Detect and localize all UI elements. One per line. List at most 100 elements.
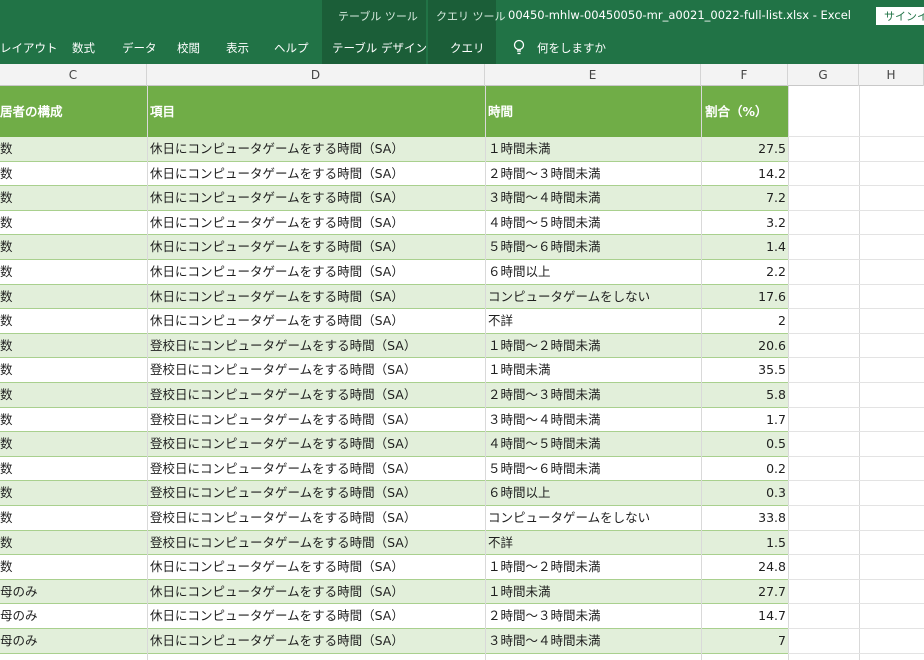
cell-percentage[interactable]: 7.2: [701, 186, 786, 210]
cell-time[interactable]: ６時間以上: [488, 260, 698, 284]
cell-item[interactable]: 休日にコンピュータゲームをする時間（SA）: [150, 211, 483, 235]
cell-composition[interactable]: 数: [0, 555, 145, 579]
cell-percentage[interactable]: 0.5: [701, 432, 786, 456]
cell-composition[interactable]: 数: [0, 358, 145, 382]
cell-item[interactable]: 登校日にコンピュータゲームをする時間（SA）: [150, 481, 483, 505]
cell-composition[interactable]: 母のみ: [0, 629, 145, 653]
cell-time[interactable]: ２時間～３時間未満: [488, 162, 698, 186]
tab-page-layout[interactable]: レイアウト: [0, 40, 58, 56]
cell-item[interactable]: 登校日にコンピュータゲームをする時間（SA）: [150, 457, 483, 481]
cell-item[interactable]: 休日にコンピュータゲームをする時間（SA）: [150, 162, 483, 186]
column-header-g[interactable]: G: [788, 64, 859, 86]
cell-composition[interactable]: 数: [0, 285, 145, 309]
cell-composition[interactable]: 数: [0, 481, 145, 505]
cell-composition[interactable]: 数: [0, 235, 145, 259]
cell-item[interactable]: 登校日にコンピュータゲームをする時間（SA）: [150, 358, 483, 382]
cell-time[interactable]: ５時間～６時間未満: [488, 457, 698, 481]
cell-time[interactable]: 不詳: [488, 309, 698, 333]
tell-me-search[interactable]: 何をしますか: [537, 40, 606, 56]
cell-time[interactable]: コンピュータゲームをしない: [488, 506, 698, 530]
cell-item[interactable]: 休日にコンピュータゲームをする時間（SA）: [150, 629, 483, 653]
signin-button[interactable]: サインイ: [876, 7, 924, 25]
cell-composition[interactable]: 数: [0, 457, 145, 481]
cell-percentage[interactable]: 1.7: [701, 408, 786, 432]
cell-item[interactable]: 休日にコンピュータゲームをする時間（SA）: [150, 137, 483, 161]
tab-query[interactable]: クエリ: [450, 40, 485, 56]
header-household-composition[interactable]: 居者の構成: [0, 86, 63, 137]
cell-composition[interactable]: 数: [0, 186, 145, 210]
cell-composition[interactable]: 数: [0, 211, 145, 235]
cell-item[interactable]: 登校日にコンピュータゲームをする時間（SA）: [150, 506, 483, 530]
cell-time[interactable]: ３時間～４時間未満: [488, 629, 698, 653]
tab-formulas[interactable]: 数式: [72, 40, 95, 56]
cell-time[interactable]: ６時間以上: [488, 481, 698, 505]
cell-item[interactable]: 休日にコンピュータゲームをする時間（SA）: [150, 186, 483, 210]
header-percentage[interactable]: 割合（%）: [705, 86, 768, 137]
tab-table-design[interactable]: テーブル デザイン: [332, 40, 427, 56]
cell-time[interactable]: ２時間～３時間未満: [488, 383, 698, 407]
cell-item[interactable]: 登校日にコンピュータゲームをする時間（SA）: [150, 334, 483, 358]
cell-item[interactable]: 登校日にコンピュータゲームをする時間（SA）: [150, 432, 483, 456]
cell-percentage[interactable]: 7: [701, 629, 786, 653]
cell-percentage[interactable]: 14.2: [701, 162, 786, 186]
column-header-d[interactable]: D: [147, 64, 485, 86]
cell-percentage[interactable]: 5.8: [701, 383, 786, 407]
cell-item[interactable]: 休日にコンピュータゲームをする時間（SA）: [150, 580, 483, 604]
cell-composition[interactable]: 数: [0, 383, 145, 407]
cell-time[interactable]: ４時間～５時間未満: [488, 432, 698, 456]
column-header-c[interactable]: C: [0, 64, 147, 86]
column-header-e[interactable]: E: [485, 64, 701, 86]
cell-composition[interactable]: 数: [0, 432, 145, 456]
cell-item[interactable]: 休日にコンピュータゲームをする時間（SA）: [150, 309, 483, 333]
cell-time[interactable]: 不詳: [488, 531, 698, 555]
cell-item[interactable]: 登校日にコンピュータゲームをする時間（SA）: [150, 531, 483, 555]
cell-composition[interactable]: 数: [0, 137, 145, 161]
cell-time[interactable]: １時間～２時間未満: [488, 334, 698, 358]
cell-time[interactable]: １時間～２時間未満: [488, 555, 698, 579]
cell-time[interactable]: ４時間～５時間未満: [488, 211, 698, 235]
cell-composition[interactable]: 数: [0, 408, 145, 432]
cell-percentage[interactable]: 27.7: [701, 580, 786, 604]
cell-item[interactable]: 登校日にコンピュータゲームをする時間（SA）: [150, 383, 483, 407]
cell-percentage[interactable]: 3.2: [701, 211, 786, 235]
cell-time[interactable]: ２時間～３時間未満: [488, 604, 698, 628]
tab-review[interactable]: 校閲: [177, 40, 200, 56]
cell-percentage[interactable]: 2: [701, 309, 786, 333]
cell-percentage[interactable]: 17.6: [701, 285, 786, 309]
cell-percentage[interactable]: 33.8: [701, 506, 786, 530]
cell-percentage[interactable]: 2.2: [701, 260, 786, 284]
cell-composition[interactable]: 数: [0, 334, 145, 358]
cell-percentage[interactable]: 14.7: [701, 604, 786, 628]
cell-time[interactable]: ３時間～４時間未満: [488, 408, 698, 432]
cell-percentage[interactable]: 35.5: [701, 358, 786, 382]
cell-time[interactable]: ５時間～６時間未満: [488, 235, 698, 259]
cell-time[interactable]: １時間未満: [488, 137, 698, 161]
cell-item[interactable]: 休日にコンピュータゲームをする時間（SA）: [150, 235, 483, 259]
cell-time[interactable]: １時間未満: [488, 580, 698, 604]
cell-composition[interactable]: 数: [0, 309, 145, 333]
tab-data[interactable]: データ: [122, 40, 157, 56]
cell-time[interactable]: １時間未満: [488, 358, 698, 382]
cell-composition[interactable]: 数: [0, 506, 145, 530]
column-header-f[interactable]: F: [701, 64, 788, 86]
cell-percentage[interactable]: 0.2: [701, 457, 786, 481]
cell-percentage[interactable]: 24.8: [701, 555, 786, 579]
cell-composition[interactable]: 数: [0, 260, 145, 284]
cell-percentage[interactable]: 1.5: [701, 531, 786, 555]
cell-item[interactable]: 休日にコンピュータゲームをする時間（SA）: [150, 604, 483, 628]
cell-item[interactable]: 登校日にコンピュータゲームをする時間（SA）: [150, 408, 483, 432]
cell-item[interactable]: 休日にコンピュータゲームをする時間（SA）: [150, 555, 483, 579]
cell-percentage[interactable]: 20.6: [701, 334, 786, 358]
header-time[interactable]: 時間: [488, 86, 513, 137]
cell-composition[interactable]: 数: [0, 531, 145, 555]
cell-item[interactable]: 休日にコンピュータゲームをする時間（SA）: [150, 260, 483, 284]
cell-composition[interactable]: 数: [0, 162, 145, 186]
cell-percentage[interactable]: 0.3: [701, 481, 786, 505]
cell-composition[interactable]: 母のみ: [0, 580, 145, 604]
cell-composition[interactable]: 母のみ: [0, 604, 145, 628]
cell-percentage[interactable]: 1.4: [701, 235, 786, 259]
cell-percentage[interactable]: 27.5: [701, 137, 786, 161]
cell-time[interactable]: コンピュータゲームをしない: [488, 285, 698, 309]
header-item[interactable]: 項目: [150, 86, 175, 137]
cell-item[interactable]: 休日にコンピュータゲームをする時間（SA）: [150, 285, 483, 309]
